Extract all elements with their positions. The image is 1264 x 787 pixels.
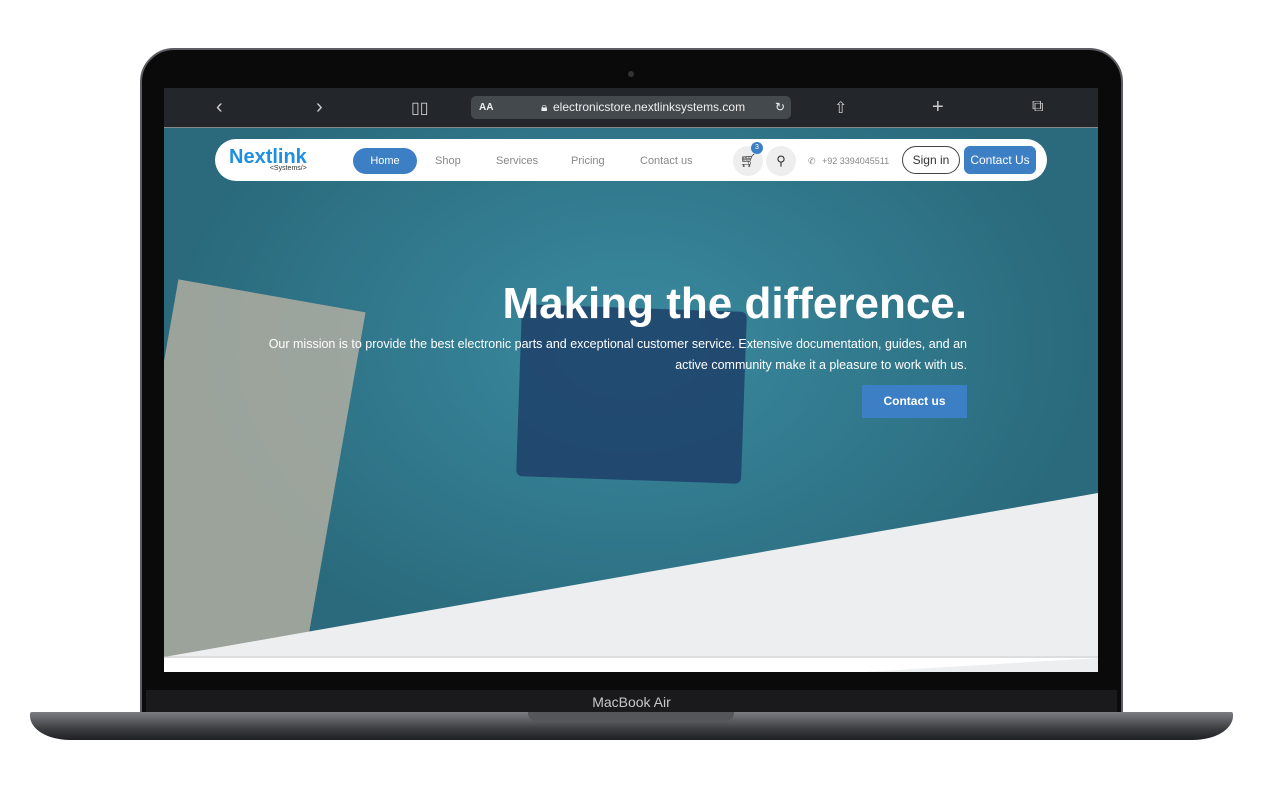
- browser-toolbar: ‹ › ▯▯ AA 🔒︎ electronicstore.nextlinksys…: [164, 88, 1098, 128]
- reload-icon[interactable]: ↻: [775, 96, 785, 119]
- nav-home[interactable]: Home: [353, 148, 417, 174]
- address-bar[interactable]: AA 🔒︎ electronicstore.nextlinksystems.co…: [471, 96, 791, 119]
- phone-number[interactable]: +92 3394045511: [822, 148, 889, 174]
- camera: [628, 71, 634, 77]
- cart-badge: 3: [751, 142, 763, 154]
- lock-icon: 🔒︎: [541, 100, 548, 114]
- logo[interactable]: Nextlink <Systems/>: [229, 146, 307, 172]
- hero-text: Our mission is to provide the best elect…: [268, 337, 967, 372]
- nav-shop[interactable]: Shop: [435, 148, 461, 174]
- new-tab-icon[interactable]: +: [932, 96, 944, 119]
- tabs-icon[interactable]: ⧉: [1032, 98, 1043, 116]
- sign-in-button[interactable]: Sign in: [902, 146, 960, 174]
- nav-contact[interactable]: Contact us: [640, 148, 693, 174]
- contact-us-button[interactable]: Contact Us: [964, 146, 1036, 174]
- back-icon[interactable]: ‹: [216, 96, 223, 119]
- bookmarks-icon[interactable]: ▯▯: [411, 98, 429, 118]
- text-size-button[interactable]: AA: [479, 96, 493, 119]
- forward-icon[interactable]: ›: [316, 96, 323, 119]
- device-label: MacBook Air: [146, 690, 1117, 712]
- url-text: electronicstore.nextlinksystems.com: [553, 100, 746, 114]
- nav-pricing[interactable]: Pricing: [571, 148, 605, 174]
- search-icon[interactable]: ⚲: [766, 146, 796, 176]
- hero-contact-button[interactable]: Contact us: [862, 385, 967, 418]
- share-icon[interactable]: ⇧: [834, 98, 847, 118]
- laptop-notch: [528, 712, 734, 721]
- navbar: Nextlink <Systems/> Home Shop Services Pr…: [215, 139, 1047, 181]
- screen: ‹ › ▯▯ AA 🔒︎ electronicstore.nextlinksys…: [164, 88, 1098, 672]
- nav-services[interactable]: Services: [496, 148, 538, 174]
- hero-title: Making the difference.: [502, 279, 967, 328]
- phone-icon: ✆: [808, 156, 816, 166]
